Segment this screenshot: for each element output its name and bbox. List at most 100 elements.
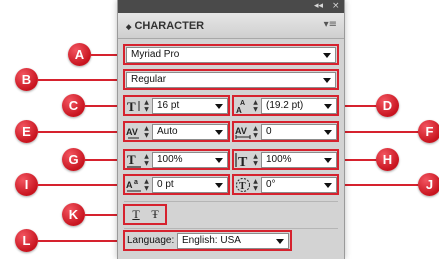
strikethrough-icon[interactable]: Ŧ bbox=[147, 206, 163, 222]
horizontal-scale-dropdown[interactable]: 100% bbox=[152, 152, 228, 168]
expand-caret-icon: ◆ bbox=[126, 24, 132, 31]
divider bbox=[124, 201, 338, 202]
callout-k-badge: K bbox=[62, 203, 85, 226]
baseline-shift-control: Aa ▲ ▼ 0 pt bbox=[126, 177, 228, 193]
font-size-control: T ▲ ▼ 16 pt bbox=[126, 98, 228, 114]
character-panel: ◂◂ × ◆ CHARACTER ▾≡ Myriad Pro Regular T… bbox=[117, 0, 345, 259]
svg-text:T: T bbox=[238, 155, 248, 168]
kerning-dropdown[interactable]: Auto bbox=[152, 124, 228, 140]
baseline-shift-value: 0 pt bbox=[157, 179, 174, 190]
svg-text:a: a bbox=[134, 179, 138, 186]
language-value: English: USA bbox=[182, 235, 241, 246]
svg-text:A: A bbox=[126, 180, 133, 190]
leading-value: (19.2 pt) bbox=[266, 100, 304, 111]
font-size-stepper[interactable]: ▲ ▼ bbox=[143, 99, 150, 113]
leading-stepper[interactable]: ▲ ▼ bbox=[252, 99, 259, 113]
panel-tab-header: ◆ CHARACTER ▾≡ bbox=[118, 13, 344, 39]
font-family-value: Myriad Pro bbox=[131, 49, 180, 60]
svg-text:T: T bbox=[127, 152, 136, 167]
horizontal-scale-control: T ▲ ▼ 100% bbox=[126, 152, 228, 168]
chevron-down-icon bbox=[323, 78, 331, 83]
kerning-stepper[interactable]: ▲ ▼ bbox=[143, 125, 150, 139]
callout-l-connector bbox=[37, 240, 124, 242]
font-size-dropdown[interactable]: 16 pt bbox=[152, 98, 228, 114]
panel-menu-icon[interactable]: ▾≡ bbox=[324, 19, 337, 30]
language-label: Language: bbox=[127, 235, 175, 246]
svg-text:T: T bbox=[127, 99, 136, 114]
callout-h-badge: H bbox=[376, 148, 399, 171]
panel-title-text: CHARACTER bbox=[134, 20, 205, 32]
chevron-down-icon bbox=[215, 130, 223, 135]
callout-j-badge: J bbox=[418, 173, 439, 196]
panel-titlebar: ◂◂ × bbox=[118, 0, 344, 13]
chevron-down-icon bbox=[324, 158, 332, 163]
chevron-down-icon bbox=[324, 104, 332, 109]
chevron-down-icon bbox=[323, 53, 331, 58]
tracking-stepper[interactable]: ▲ ▼ bbox=[252, 125, 259, 139]
baseline-shift-dropdown[interactable]: 0 pt bbox=[152, 177, 228, 193]
vertical-scale-stepper[interactable]: ▲ ▼ bbox=[252, 153, 259, 167]
character-rotation-icon: T bbox=[235, 177, 251, 193]
kerning-value: Auto bbox=[157, 126, 178, 137]
vertical-scale-dropdown[interactable]: 100% bbox=[261, 152, 337, 168]
svg-text:A: A bbox=[236, 106, 242, 114]
panel-title[interactable]: ◆ CHARACTER bbox=[126, 20, 204, 32]
callout-e-connector bbox=[37, 131, 124, 133]
underline-icon[interactable]: T bbox=[128, 206, 144, 222]
horizontal-scale-icon: T bbox=[126, 152, 142, 168]
kerning-icon: AV bbox=[126, 124, 142, 140]
divider bbox=[124, 228, 338, 229]
callout-i-connector bbox=[37, 184, 124, 186]
callout-d-badge: D bbox=[376, 94, 399, 117]
tracking-value: 0 bbox=[266, 126, 272, 137]
font-style-dropdown[interactable]: Regular bbox=[126, 72, 336, 88]
leading-control: AA ▲ ▼ (19.2 pt) bbox=[235, 98, 337, 115]
callout-c-badge: C bbox=[62, 94, 85, 117]
font-size-value: 16 pt bbox=[157, 100, 180, 111]
tracking-control: AV ▲ ▼ 0 bbox=[235, 124, 337, 140]
tracking-dropdown[interactable]: 0 bbox=[261, 124, 337, 140]
horizontal-scale-stepper[interactable]: ▲ ▼ bbox=[143, 153, 150, 167]
callout-l-badge: L bbox=[15, 229, 38, 252]
character-rotation-dropdown[interactable]: 0° bbox=[261, 177, 337, 193]
chevron-down-icon bbox=[215, 104, 223, 109]
baseline-shift-stepper[interactable]: ▲ ▼ bbox=[143, 178, 150, 192]
vertical-scale-icon: T bbox=[235, 152, 251, 170]
svg-text:T: T bbox=[239, 181, 246, 192]
chevron-down-icon bbox=[324, 183, 332, 188]
chevron-down-icon bbox=[215, 183, 223, 188]
chevron-down-icon bbox=[215, 158, 223, 163]
chevron-down-icon bbox=[276, 239, 284, 244]
vertical-scale-value: 100% bbox=[266, 154, 292, 165]
leading-dropdown[interactable]: (19.2 pt) bbox=[261, 98, 337, 114]
callout-e-badge: E bbox=[15, 120, 38, 143]
svg-text:AV: AV bbox=[235, 126, 247, 136]
tracking-icon: AV bbox=[235, 124, 251, 140]
close-icon[interactable]: × bbox=[332, 1, 340, 12]
font-size-icon: T bbox=[126, 98, 142, 114]
chevron-down-icon bbox=[324, 130, 332, 135]
leading-icon: AA bbox=[235, 98, 251, 115]
callout-f-connector bbox=[336, 131, 422, 133]
callout-a-badge: A bbox=[68, 43, 91, 66]
collapse-icon[interactable]: ◂◂ bbox=[314, 1, 323, 12]
character-rotation-control: T ▲ ▼ 0° bbox=[235, 177, 337, 193]
callout-b-badge: B bbox=[15, 68, 38, 91]
vertical-scale-control: T ▲ ▼ 100% bbox=[235, 152, 337, 170]
callout-j-connector bbox=[336, 184, 422, 186]
font-style-value: Regular bbox=[131, 74, 167, 85]
callout-i-badge: I bbox=[15, 173, 38, 196]
character-rotation-stepper[interactable]: ▲ ▼ bbox=[252, 178, 259, 192]
character-rotation-value: 0° bbox=[266, 179, 276, 190]
svg-text:AV: AV bbox=[126, 127, 138, 137]
callout-g-badge: G bbox=[62, 148, 85, 171]
font-family-dropdown[interactable]: Myriad Pro bbox=[126, 47, 336, 63]
strikethrough-glyph: Ŧ bbox=[151, 207, 159, 221]
language-dropdown[interactable]: English: USA bbox=[177, 233, 289, 249]
callout-b-connector bbox=[37, 79, 124, 81]
underline-glyph: T bbox=[132, 207, 140, 221]
callout-f-badge: F bbox=[418, 120, 439, 143]
horizontal-scale-value: 100% bbox=[157, 154, 183, 165]
kerning-control: AV ▲ ▼ Auto bbox=[126, 124, 228, 140]
baseline-shift-icon: Aa bbox=[126, 177, 142, 193]
